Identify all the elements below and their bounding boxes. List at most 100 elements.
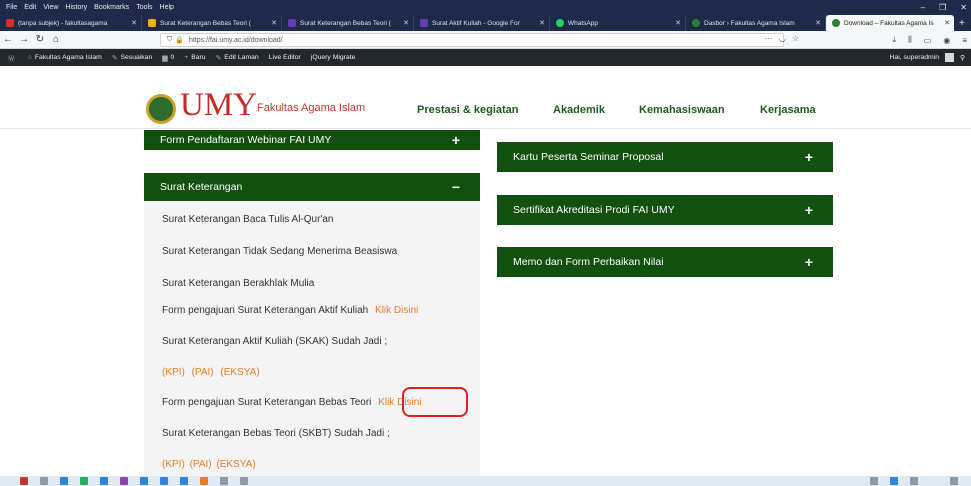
brush-icon: ✎	[111, 54, 118, 62]
admin-comments-count: 0	[170, 54, 175, 61]
admin-edit-link[interactable]: ✎ Edit Laman	[216, 54, 259, 62]
close-tab-icon[interactable]: ✕	[271, 19, 277, 27]
taskbar-app-icon[interactable]	[60, 477, 68, 485]
link-pai[interactable]: (PAI)	[190, 459, 212, 470]
tab-forms-aktif-kuliah[interactable]: Surat Aktif Kuliah - Google For ✕	[414, 15, 550, 31]
close-tab-icon[interactable]: ✕	[131, 19, 137, 27]
item-text: Form pengajuan Surat Keterangan Aktif Ku…	[162, 305, 369, 316]
wordpress-icon[interactable]: Ⓦ	[8, 53, 18, 63]
download-icon[interactable]: ⤓	[893, 35, 897, 45]
taskbar-app-icon[interactable]	[80, 477, 88, 485]
admin-live-editor-link[interactable]: Live Editor	[269, 54, 301, 61]
nav-akademik[interactable]: Akademik	[553, 104, 605, 116]
link-kpi[interactable]: (KPI)	[162, 459, 185, 470]
link-pai[interactable]: (PAI)	[192, 367, 214, 378]
tray-icon[interactable]	[890, 477, 898, 485]
taskbar-app-icon[interactable]	[120, 477, 128, 485]
menu-edit[interactable]: Edit	[24, 4, 36, 11]
taskbar-app-icon[interactable]	[140, 477, 148, 485]
doc-item-berakhlak: Surat Keterangan Berakhlak Mulia	[162, 278, 315, 289]
nav-kerjasama[interactable]: Kerjasama	[760, 104, 816, 116]
highlight-annotation	[402, 387, 468, 417]
admin-site-link[interactable]: ⌂ Fakultas Agama Islam	[28, 54, 102, 61]
taskbar-app-icon[interactable]	[240, 477, 248, 485]
taskbar-app-icon[interactable]	[100, 477, 108, 485]
link-kpi[interactable]: (KPI)	[162, 367, 185, 378]
tab-forms-bebas-teori[interactable]: Surat Keterangan Bebas Teori ( ✕	[282, 15, 414, 31]
notification-icon[interactable]	[950, 477, 958, 485]
taskbar-app-icon[interactable]	[180, 477, 188, 485]
site-subtitle[interactable]: Fakultas Agama Islam	[257, 102, 365, 114]
tab-whatsapp[interactable]: WhatsApp ✕	[550, 15, 686, 31]
menu-file[interactable]: File	[6, 4, 17, 11]
admin-site-label: Fakultas Agama Islam	[34, 54, 102, 61]
close-tab-icon[interactable]: ✕	[815, 19, 821, 27]
tab-download-active[interactable]: Download – Fakultas Agama Is ✕	[826, 15, 954, 31]
url-host: https://fai.umy.ac.id	[188, 36, 249, 44]
close-tab-icon[interactable]: ✕	[539, 19, 545, 27]
new-tab-icon[interactable]: +	[954, 15, 970, 31]
link-eksya[interactable]: (EKSYA)	[216, 459, 255, 470]
tab-gmail[interactable]: (tanpa subjek) - fakultasagama ✕	[0, 15, 142, 31]
link-eksya[interactable]: (EKSYA)	[220, 367, 259, 378]
admin-jquery-label: jQuery Migrate	[310, 54, 356, 61]
start-icon[interactable]	[20, 477, 28, 485]
taskbar-app-icon[interactable]	[220, 477, 228, 485]
account-icon[interactable]: ◉	[943, 36, 950, 45]
library-icon[interactable]: ⫼	[908, 35, 912, 45]
tray-icon[interactable]	[870, 477, 878, 485]
tab-docs[interactable]: Surat Keterangan Bebas Teori ( ✕	[142, 15, 282, 31]
doc-item-form-bebas-teori: Form pengajuan Surat Keterangan Bebas Te…	[162, 397, 422, 408]
close-tab-icon[interactable]: ✕	[675, 19, 681, 27]
admin-customize-link[interactable]: ✎ Sesuaikan	[112, 54, 152, 62]
admin-account[interactable]: Hai, superadmin ⚲	[890, 49, 965, 66]
shield-icon[interactable]: ⛉	[167, 36, 172, 44]
address-bar[interactable]: ⛉ 🔒 https://fai.umy.ac.id/download/	[160, 33, 784, 47]
tray-icon[interactable]	[910, 477, 918, 485]
search-icon[interactable]: ⚲	[960, 54, 965, 62]
more-actions-icon[interactable]: ···	[765, 34, 773, 43]
doc-item-form-aktif-kuliah: Form pengajuan Surat Keterangan Aktif Ku…	[162, 305, 418, 316]
bookmark-star-icon[interactable]: ☆	[792, 34, 799, 43]
accordion-webinar[interactable]: Form Pendaftaran Webinar FAI UMY +	[144, 130, 480, 150]
menu-icon[interactable]: ≡	[962, 36, 967, 45]
accordion-sertifikat[interactable]: Sertifikat Akreditasi Prodi FAI UMY +	[497, 195, 833, 225]
avatar	[945, 53, 955, 62]
menu-history[interactable]: History	[65, 4, 87, 11]
menu-view[interactable]: View	[43, 4, 58, 11]
accordion-surat-keterangan[interactable]: Surat Keterangan −	[144, 173, 480, 201]
menu-help[interactable]: Help	[160, 4, 174, 11]
tab-dasbor[interactable]: Dasbor › Fakultas Agama Islam ✕	[686, 15, 826, 31]
menu-tools[interactable]: Tools	[136, 4, 152, 11]
admin-comments-link[interactable]: ▆ 0	[162, 54, 174, 62]
klik-disini-link[interactable]: Klik Disini	[375, 305, 418, 316]
accordion-memo[interactable]: Memo dan Form Perbaikan Nilai +	[497, 247, 833, 277]
taskbar-app-icon[interactable]	[160, 477, 168, 485]
nav-kemahasiswaan[interactable]: Kemahasiswaan	[639, 104, 725, 116]
tab-title: Surat Keterangan Bebas Teori (	[300, 19, 391, 27]
menu-bookmarks[interactable]: Bookmarks	[94, 4, 129, 11]
minimize-icon[interactable]: –	[921, 3, 925, 12]
forward-icon[interactable]: →	[16, 34, 32, 45]
docs-icon	[148, 19, 156, 27]
close-tab-icon[interactable]: ✕	[944, 19, 950, 27]
taskbar-app-icon[interactable]	[200, 477, 208, 485]
minus-icon: −	[451, 179, 460, 195]
admin-new-link[interactable]: + Baru	[184, 54, 205, 61]
site-brand[interactable]: UMY	[180, 87, 257, 124]
home-icon: ⌂	[27, 54, 32, 61]
nav-prestasi[interactable]: Prestasi & kegiatan	[417, 104, 519, 116]
sidebar-icon[interactable]: ▭	[924, 36, 932, 45]
close-tab-icon[interactable]: ✕	[403, 19, 409, 27]
taskbar-app-icon[interactable]	[40, 477, 48, 485]
reload-icon[interactable]: ↻	[32, 34, 48, 45]
admin-jquery-link[interactable]: jQuery Migrate	[311, 54, 356, 61]
restore-icon[interactable]: ❐	[939, 3, 946, 12]
back-icon[interactable]: ←	[0, 34, 16, 45]
umy-seal-logo[interactable]	[146, 94, 176, 124]
accordion-kartu-peserta[interactable]: Kartu Peserta Seminar Proposal +	[497, 142, 833, 172]
lock-icon[interactable]: 🔒	[175, 36, 184, 44]
pocket-icon[interactable]: ◡	[779, 34, 786, 43]
home-icon[interactable]: ⌂	[48, 34, 64, 45]
close-window-icon[interactable]: ✕	[960, 3, 967, 12]
